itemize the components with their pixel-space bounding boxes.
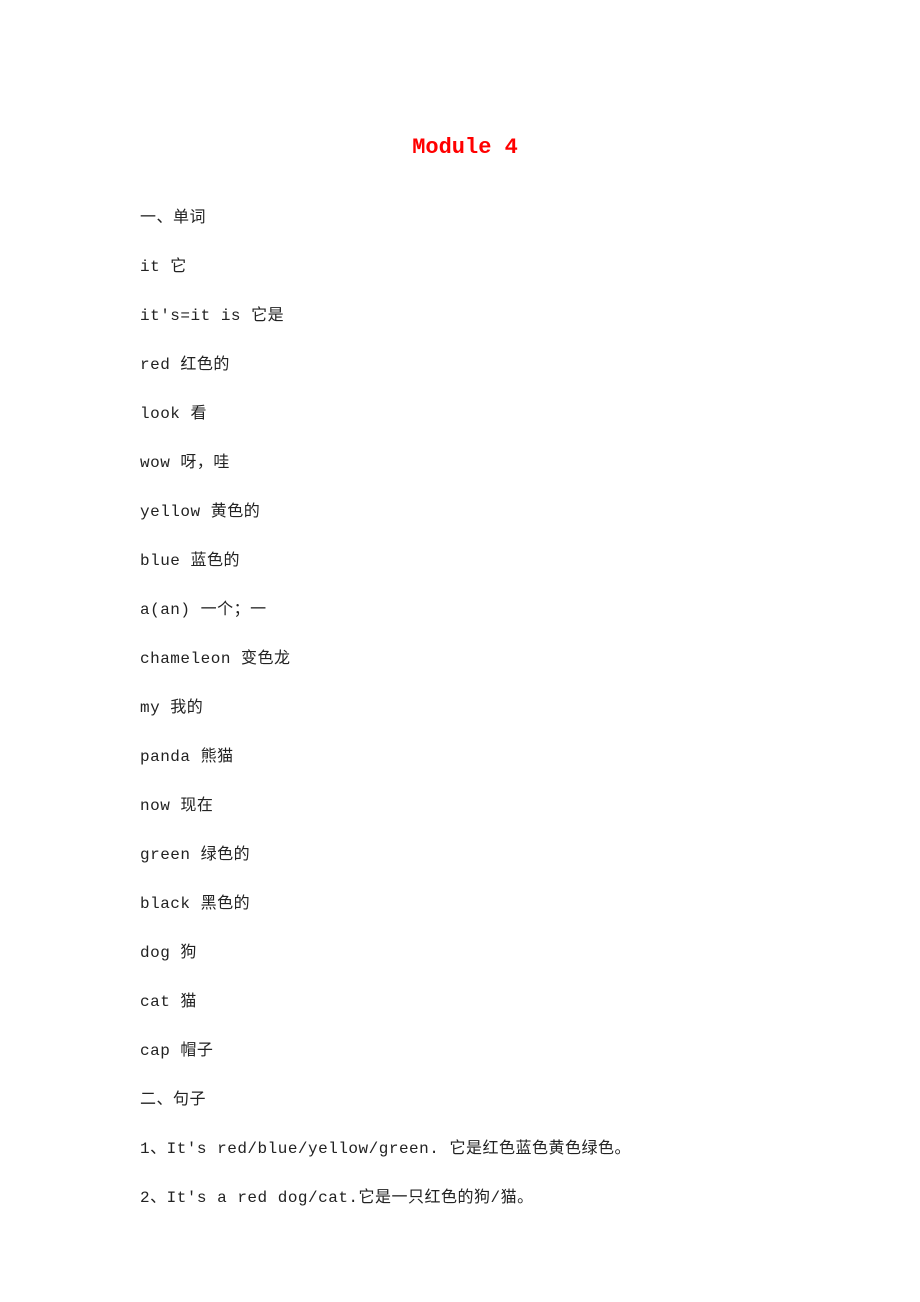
vocab-item: panda 熊猫 xyxy=(140,747,790,767)
section-heading-sentences: 二、句子 xyxy=(140,1090,790,1110)
vocab-item: wow 呀，哇 xyxy=(140,453,790,473)
page-title: Module 4 xyxy=(140,135,790,160)
vocab-item: dog 狗 xyxy=(140,943,790,963)
vocab-item: blue 蓝色的 xyxy=(140,551,790,571)
document-page: Module 4 一、单词 it 它 it's=it is 它是 red 红色的… xyxy=(0,0,920,1208)
vocab-item: a(an) 一个；一 xyxy=(140,600,790,620)
vocab-item: cat 猫 xyxy=(140,992,790,1012)
section-heading-vocab: 一、单词 xyxy=(140,208,790,228)
vocab-item: black 黑色的 xyxy=(140,894,790,914)
vocab-item: now 现在 xyxy=(140,796,790,816)
vocab-item: it 它 xyxy=(140,257,790,277)
vocab-item: yellow 黄色的 xyxy=(140,502,790,522)
vocab-item: chameleon 变色龙 xyxy=(140,649,790,669)
vocab-item: green 绿色的 xyxy=(140,845,790,865)
vocab-item: red 红色的 xyxy=(140,355,790,375)
sentence-item: 1、It's red/blue/yellow/green. 它是红色蓝色黄色绿色… xyxy=(140,1139,790,1159)
vocab-item: look 看 xyxy=(140,404,790,424)
sentence-item: 2、It's a red dog/cat.它是一只红色的狗/猫。 xyxy=(140,1188,790,1208)
vocab-item: it's=it is 它是 xyxy=(140,306,790,326)
vocab-item: my 我的 xyxy=(140,698,790,718)
vocab-item: cap 帽子 xyxy=(140,1041,790,1061)
